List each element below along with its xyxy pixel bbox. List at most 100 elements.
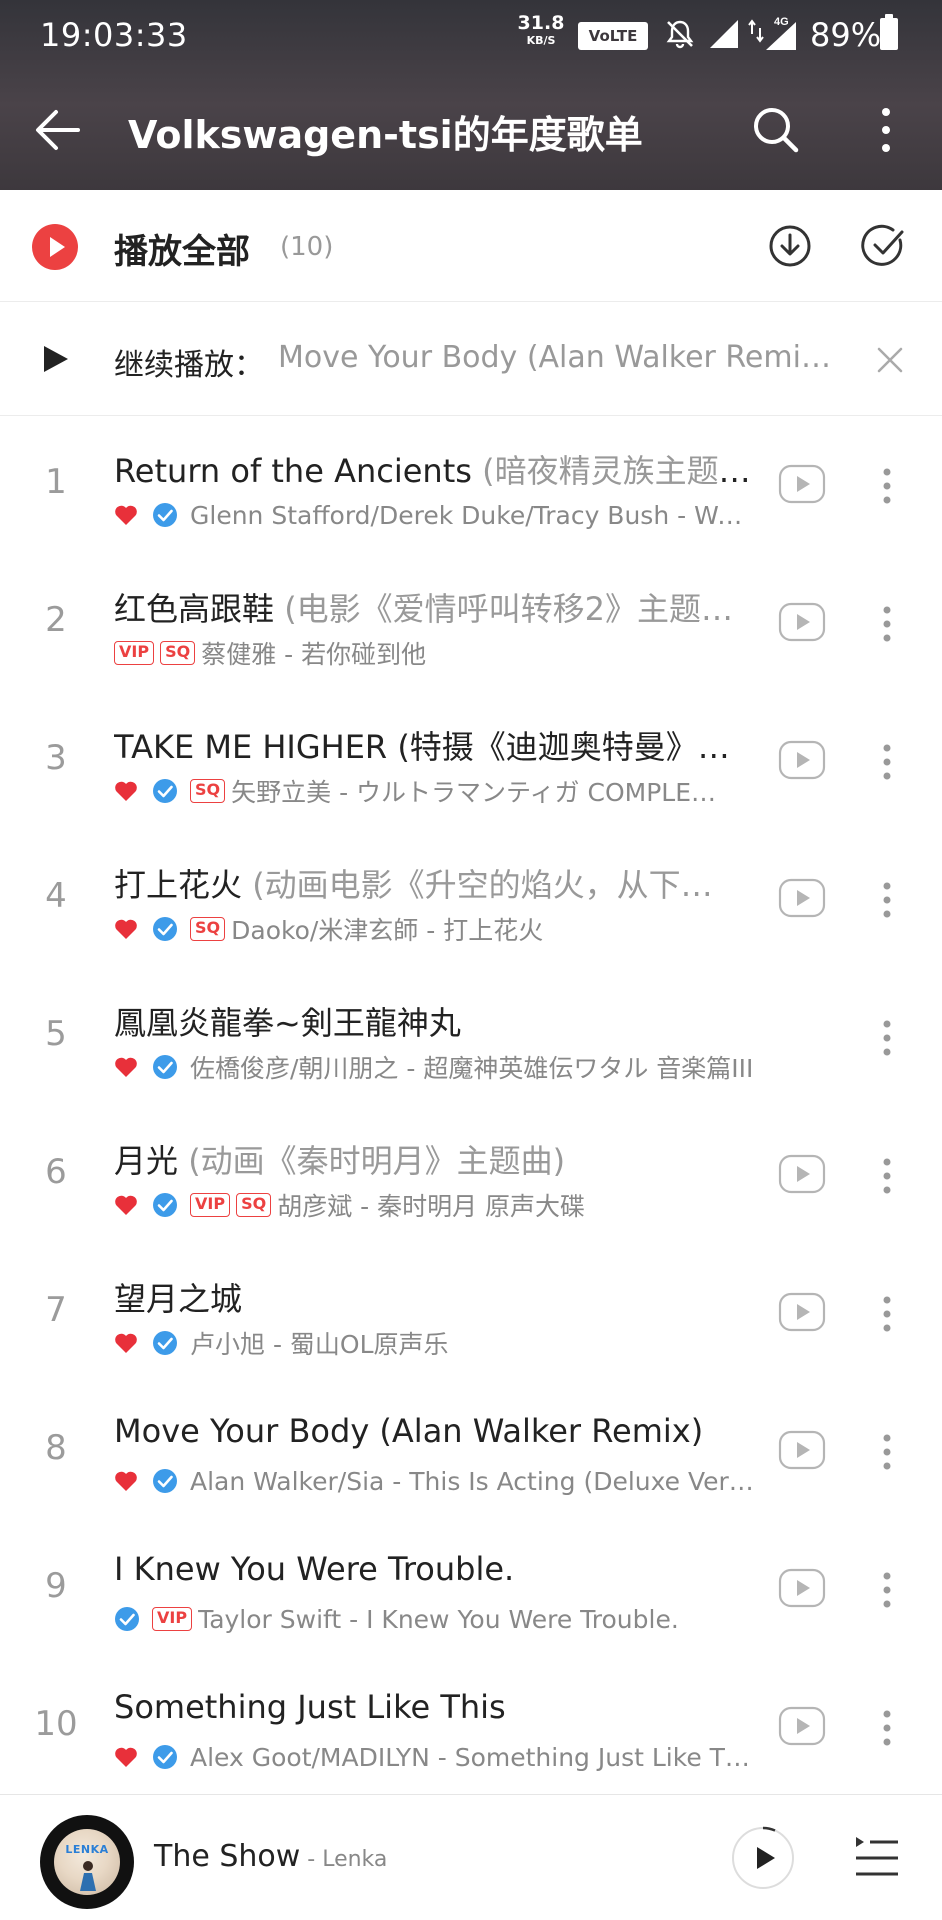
song-row[interactable]: 1 Return of the Ancients (暗夜精灵族主题曲) Glenn … xyxy=(0,416,942,554)
heart-icon[interactable] xyxy=(114,1470,138,1492)
network-speed-value: 31.8 xyxy=(517,12,565,34)
verified-check-icon xyxy=(153,917,177,941)
close-icon[interactable] xyxy=(874,344,906,376)
more-vertical-icon[interactable] xyxy=(872,878,902,922)
more-vertical-icon[interactable] xyxy=(872,1568,902,1612)
more-vertical-icon[interactable] xyxy=(872,740,902,784)
continue-play-label: 继续播放： xyxy=(114,348,264,383)
more-vertical-icon[interactable] xyxy=(872,464,902,508)
song-meta: SQ Daoko/米津玄師 - 打上花火 xyxy=(114,912,754,946)
page-title: Volkswagen-tsi的年度歌单 xyxy=(128,113,643,157)
album-art[interactable]: LENKA xyxy=(40,1815,134,1909)
heart-icon[interactable] xyxy=(114,780,138,802)
more-vertical-icon[interactable] xyxy=(872,602,902,646)
more-vertical-icon[interactable] xyxy=(868,102,904,158)
heart-icon[interactable] xyxy=(114,1194,138,1216)
song-title-sub: (动画电影《升空的焰火，从下… xyxy=(242,866,713,904)
song-artist: Taylor Swift - I Knew You Were Trouble. xyxy=(198,1604,679,1634)
song-meta: Glenn Stafford/Derek Duke/Tracy Bush - W… xyxy=(114,498,754,532)
badge-sq: SQ xyxy=(190,779,226,803)
song-title: 月光 (动画《秦时明月》主题曲) xyxy=(114,1136,762,1182)
video-play-icon[interactable] xyxy=(778,1706,826,1746)
more-vertical-icon[interactable] xyxy=(872,1016,902,1060)
song-meta: 卢小旭 - 蜀山OL原声乐 xyxy=(114,1326,754,1360)
verified-check-icon xyxy=(153,1469,177,1493)
song-title-main: 月光 xyxy=(114,1142,179,1180)
video-play-icon[interactable] xyxy=(778,1430,826,1470)
back-arrow-icon[interactable] xyxy=(30,100,90,160)
signal-icon xyxy=(710,20,738,48)
network-type: 4G xyxy=(774,16,789,28)
badge-sq: SQ xyxy=(236,1193,272,1217)
song-artist: 胡彦斌 - 秦时明月 原声大碟 xyxy=(277,1192,586,1221)
verified-check-icon xyxy=(115,1607,139,1631)
play-pause-icon[interactable] xyxy=(730,1825,796,1891)
download-icon[interactable] xyxy=(766,222,814,270)
badge-vip: VIP xyxy=(114,641,155,665)
song-row[interactable]: 2 红色高跟鞋 (电影《爱情呼叫转移2》主题… VIP SQ 蔡健雅 - 若你碰到他 xyxy=(0,554,942,692)
song-number: 7 xyxy=(45,1290,67,1330)
song-row[interactable]: 8 Move Your Body (Alan Walker Remix) Alan … xyxy=(0,1382,942,1520)
check-circle-icon[interactable] xyxy=(860,222,908,270)
badge-vip: VIP xyxy=(152,1607,193,1631)
now-playing-title: The Show - Lenka xyxy=(154,1839,387,1874)
song-row[interactable]: 6 月光 (动画《秦时明月》主题曲) VIP SQ 胡彦斌 - 秦时明月 原声大碟 xyxy=(0,1106,942,1244)
mini-player[interactable]: LENKA The Show - Lenka xyxy=(0,1794,942,1920)
verified-check-icon xyxy=(153,1055,177,1079)
song-row[interactable]: 4 打上花火 (动画电影《升空的焰火，从下… SQ Daoko/米津玄師 - 打上花火 xyxy=(0,830,942,968)
song-row[interactable]: 10 Something Just Like This Alex Goot/MADI… xyxy=(0,1658,942,1796)
status-bar: 19:03:33 31.8 KB/S VoLTE 4G 89% xyxy=(0,0,942,70)
song-number: 8 xyxy=(45,1428,67,1468)
song-count: (10) xyxy=(280,232,334,262)
play-all-row[interactable]: 播放全部 (10) xyxy=(0,190,942,302)
song-artist: Alan Walker/Sia - This Is Acting (Deluxe… xyxy=(190,1466,754,1496)
video-play-icon[interactable] xyxy=(778,1154,826,1194)
more-vertical-icon[interactable] xyxy=(872,1430,902,1474)
song-title: I Knew You Were Trouble. xyxy=(114,1550,762,1588)
video-play-icon[interactable] xyxy=(778,464,826,504)
volte-badge: VoLTE xyxy=(578,22,648,50)
heart-icon[interactable] xyxy=(114,1332,138,1354)
song-title: 红色高跟鞋 (电影《爱情呼叫转移2》主题… xyxy=(114,584,762,630)
badge-sq: SQ xyxy=(160,641,196,665)
more-vertical-icon[interactable] xyxy=(872,1154,902,1198)
heart-icon[interactable] xyxy=(114,504,138,526)
video-play-icon[interactable] xyxy=(778,878,826,918)
continue-play-row[interactable]: 继续播放： Move Your Body (Alan Walker Remix)… xyxy=(0,302,942,416)
song-row[interactable]: 9 I Knew You Were Trouble. VIP Taylor Swift… xyxy=(0,1520,942,1658)
song-artist: 卢小旭 - 蜀山OL原声乐 xyxy=(190,1330,449,1359)
playlist-icon[interactable] xyxy=(852,1833,902,1883)
song-meta: VIP SQ 胡彦斌 - 秦时明月 原声大碟 xyxy=(114,1188,754,1222)
video-play-icon[interactable] xyxy=(778,740,826,780)
video-play-icon[interactable] xyxy=(778,1292,826,1332)
song-title: Return of the Ancients (暗夜精灵族主题曲) xyxy=(114,446,762,492)
video-play-icon[interactable] xyxy=(778,1568,826,1608)
song-title-sub: (电影《爱情呼叫转移2》主题… xyxy=(274,590,734,628)
song-artist: Alex Goot/MADILYN - Something Just Like … xyxy=(190,1742,750,1772)
heart-icon[interactable] xyxy=(114,1746,138,1768)
song-title-main: I Knew You Were Trouble. xyxy=(114,1550,515,1588)
song-title: TAKE ME HIGHER (特摄《迪迦奥特曼》… xyxy=(114,722,762,768)
song-meta: VIP SQ 蔡健雅 - 若你碰到他 xyxy=(114,636,754,670)
song-number: 6 xyxy=(45,1152,67,1192)
search-icon[interactable] xyxy=(748,102,804,158)
play-circle-icon[interactable] xyxy=(32,224,78,270)
verified-check-icon xyxy=(153,1193,177,1217)
album-cover-text: LENKA xyxy=(65,1843,109,1856)
song-title-main: TAKE ME HIGHER (特摄《迪迦奥特曼》… xyxy=(114,728,730,766)
heart-icon[interactable] xyxy=(114,918,138,940)
verified-check-icon xyxy=(153,1745,177,1769)
title-bar: Volkswagen-tsi的年度歌单 xyxy=(0,70,942,190)
more-vertical-icon[interactable] xyxy=(872,1706,902,1750)
heart-icon[interactable] xyxy=(114,1056,138,1078)
continue-play-song: Move Your Body (Alan Walker Remix)… xyxy=(278,340,832,375)
song-row[interactable]: 5 鳳凰炎龍拳~剣王龍神丸 佐橋俊彦/朝川朋之 - 超魔神英雄伝ワタル 音楽篇III xyxy=(0,968,942,1106)
song-title-main: Something Just Like This xyxy=(114,1688,506,1726)
more-vertical-icon[interactable] xyxy=(872,1292,902,1336)
song-row[interactable]: 3 TAKE ME HIGHER (特摄《迪迦奥特曼》… SQ 矢野立美 - ウルトラ… xyxy=(0,692,942,830)
song-number: 5 xyxy=(45,1014,67,1054)
video-play-icon[interactable] xyxy=(778,602,826,642)
song-row[interactable]: 7 望月之城 卢小旭 - 蜀山OL原声乐 xyxy=(0,1244,942,1382)
song-title: 打上花火 (动画电影《升空的焰火，从下… xyxy=(114,860,762,906)
status-time: 19:03:33 xyxy=(40,16,188,54)
